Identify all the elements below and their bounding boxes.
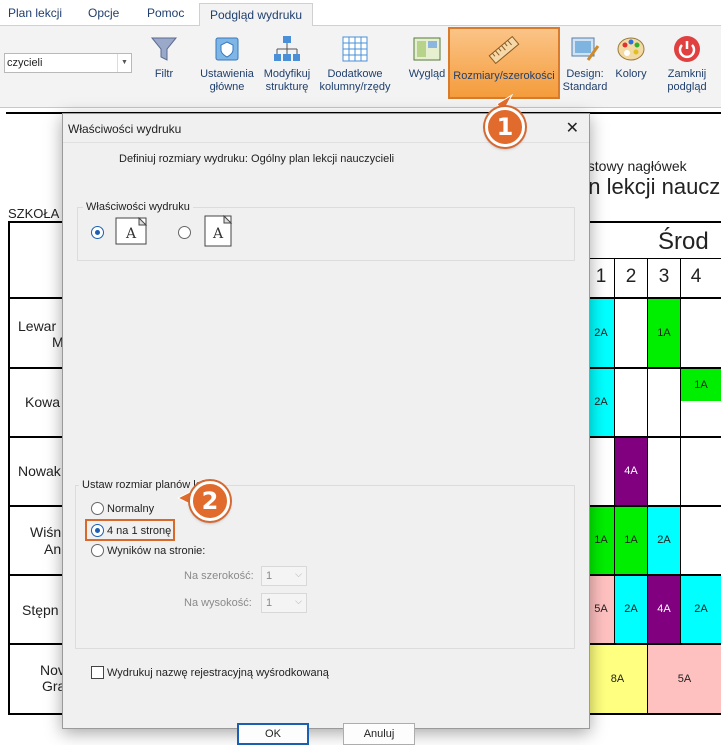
step-badge-1: 1	[485, 107, 525, 147]
callout-arrows	[176, 93, 514, 506]
step-badge-2: 2	[190, 481, 230, 521]
